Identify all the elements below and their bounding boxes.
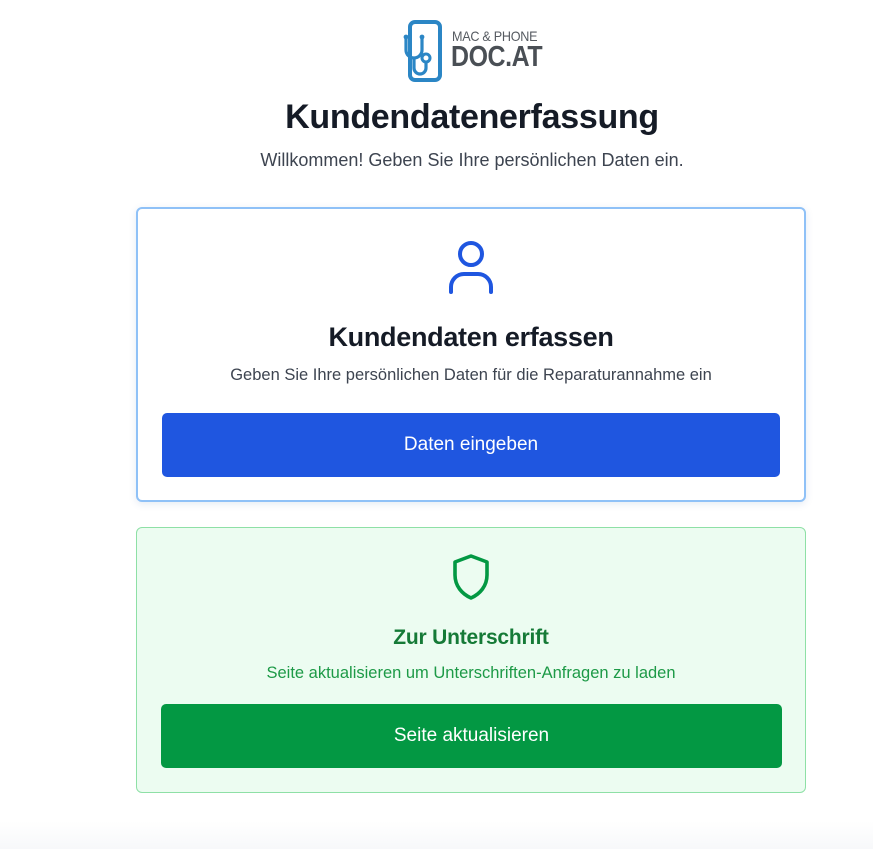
- signature-card-description: Seite aktualisieren um Unterschriften-An…: [266, 664, 676, 682]
- shield-icon: [453, 554, 489, 600]
- user-icon: [449, 241, 493, 294]
- customer-data-card: Kundendaten erfassen Geben Sie Ihre pers…: [136, 207, 806, 502]
- signature-card: Zur Unterschrift Seite aktualisieren um …: [136, 527, 806, 793]
- customer-card-title: Kundendaten erfassen: [328, 322, 614, 352]
- page-title: Kundendatenerfassung: [285, 98, 659, 136]
- page-subtitle: Willkommen! Geben Sie Ihre persönlichen …: [260, 150, 684, 170]
- logo-wordmark: DOC.AT: [451, 41, 543, 73]
- page-bottom-edge: [0, 821, 873, 849]
- brand-logo: MAC & PHONE DOC.AT: [402, 18, 547, 84]
- refresh-page-button[interactable]: Seite aktualisieren: [161, 704, 782, 768]
- customer-card-description: Geben Sie Ihre persönlichen Daten für di…: [230, 366, 712, 384]
- phone-stethoscope-icon: [403, 20, 442, 82]
- enter-data-button[interactable]: Daten eingeben: [162, 413, 780, 477]
- signature-card-title: Zur Unterschrift: [393, 626, 549, 649]
